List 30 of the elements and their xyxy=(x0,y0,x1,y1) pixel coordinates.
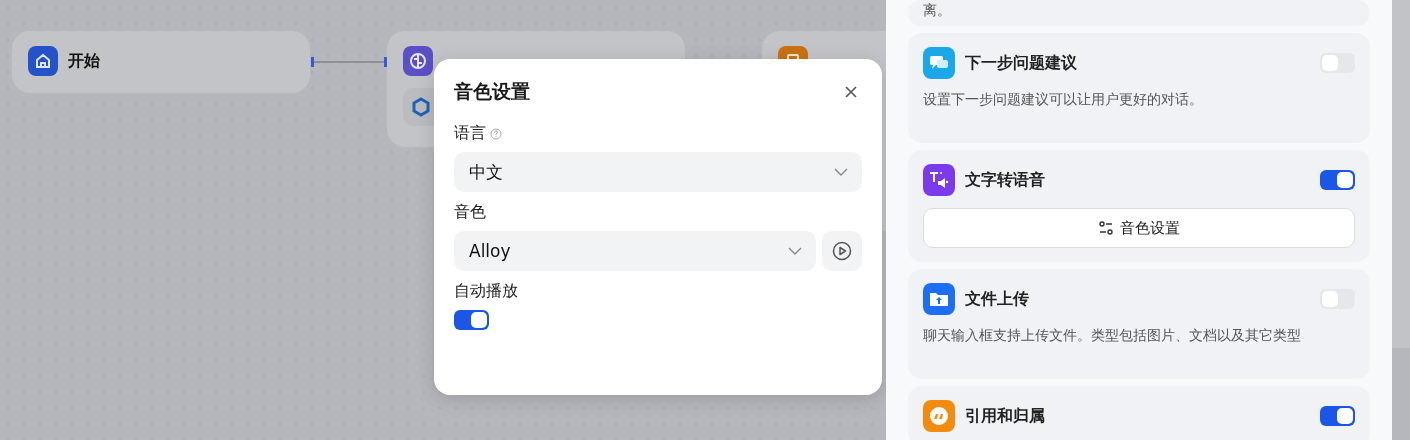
cube-icon xyxy=(411,97,431,117)
select-field[interactable]: 中文 xyxy=(454,152,862,192)
toggle-switch[interactable] xyxy=(1320,406,1355,426)
field-label: 音色 xyxy=(454,202,486,223)
select-field[interactable]: Alloy xyxy=(454,231,816,271)
dialog-title: 音色设置 xyxy=(454,79,530,104)
feature-description: 聊天输入框支持上传文件。类型包括图片、文档以及其它类型 xyxy=(923,327,1302,345)
feature-description: 离。 xyxy=(923,2,952,20)
feature-title: 文字转语音 xyxy=(965,169,1046,191)
play-icon xyxy=(832,241,852,261)
chevron-down-icon xyxy=(788,247,802,255)
chevron-down-icon xyxy=(834,168,848,176)
home-icon xyxy=(28,46,58,76)
toggle-switch[interactable] xyxy=(1320,53,1355,73)
toggle-switch[interactable] xyxy=(1320,289,1355,309)
play-button[interactable] xyxy=(822,231,862,271)
field-label: 自动播放 xyxy=(454,281,518,302)
sliders-icon xyxy=(1098,220,1114,236)
feature-title: 文件上传 xyxy=(965,288,1030,310)
toggle-switch[interactable] xyxy=(1320,170,1355,190)
toggle-switch[interactable] xyxy=(454,310,489,330)
workflow-node[interactable]: 开始 xyxy=(12,31,310,93)
close-icon xyxy=(844,85,858,99)
field-label: 语言 xyxy=(454,123,486,144)
feature-description: 设置下一步问题建议可以让用户更好的对话。 xyxy=(923,91,1204,109)
node-title: 开始 xyxy=(68,50,100,72)
voice-settings-button[interactable]: 音色设置 xyxy=(923,208,1355,248)
feature-title: 引用和归属 xyxy=(965,405,1046,427)
feature-title: 下一步问题建议 xyxy=(965,52,1078,74)
scrollbar[interactable] xyxy=(1392,0,1410,348)
